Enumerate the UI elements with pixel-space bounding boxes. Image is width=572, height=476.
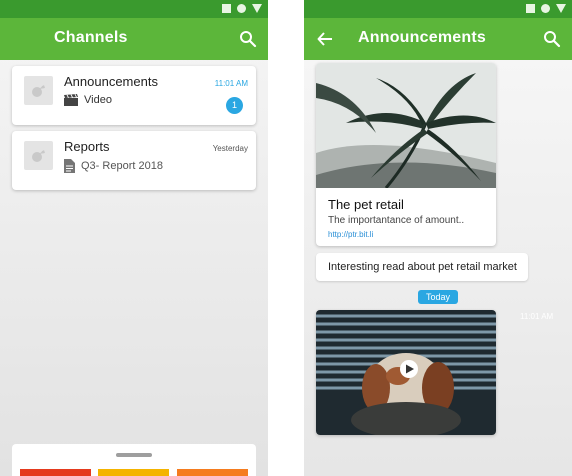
status-circle-icon <box>237 4 246 13</box>
status-triangle-icon <box>252 4 262 13</box>
channel-last-message: Q3- Report 2018 <box>64 159 163 173</box>
channel-avatar <box>24 76 53 105</box>
channel-time: Yesterday <box>212 144 248 153</box>
status-square-icon <box>222 4 231 13</box>
channel-subtitle: Video <box>84 94 112 106</box>
link-url[interactable]: http://ptr.bit.li <box>328 230 373 239</box>
back-arrow-icon[interactable] <box>315 29 335 49</box>
status-bar <box>0 0 268 18</box>
link-description: The importantance of amount.. <box>328 215 465 226</box>
search-icon[interactable] <box>542 29 562 49</box>
channel-subtitle: Q3- Report 2018 <box>81 160 163 172</box>
puppy-video-thumbnail <box>316 310 496 435</box>
sheet-drag-handle[interactable] <box>116 453 152 457</box>
channel-item-reports[interactable]: Reports Q3- Report 2018 Yesterday <box>12 131 256 190</box>
sheet-tile-orange[interactable] <box>177 469 248 476</box>
megaphone-icon <box>32 150 45 162</box>
date-chip: Today <box>418 290 458 304</box>
status-bar <box>304 0 572 18</box>
channels-screen: Channels Announcements Video 11:01 AM 1 <box>0 0 268 476</box>
link-preview-card[interactable]: The pet retail The importantance of amou… <box>316 63 496 246</box>
clapperboard-icon <box>64 94 78 106</box>
channel-item-announcements[interactable]: Announcements Video 11:01 AM 1 <box>12 66 256 125</box>
text-message: Interesting read about pet retail market <box>316 253 528 281</box>
status-triangle-icon <box>556 4 566 13</box>
link-title: The pet retail <box>328 197 404 212</box>
announcements-screen: Announcements The pet retail The importa… <box>304 0 572 476</box>
channel-name: Announcements <box>64 74 158 89</box>
video-time: 11:01 AM <box>520 312 554 321</box>
channel-name: Reports <box>64 139 110 154</box>
status-circle-icon <box>541 4 550 13</box>
page-title: Announcements <box>358 29 486 46</box>
sheet-tile-red[interactable] <box>20 469 91 476</box>
sheet-tile-yellow[interactable] <box>98 469 169 476</box>
document-icon <box>64 159 75 173</box>
app-bar: Channels <box>0 18 268 60</box>
channel-last-message: Video <box>64 94 112 106</box>
bottom-sheet[interactable] <box>12 444 256 476</box>
megaphone-icon <box>32 85 45 97</box>
page-title: Channels <box>54 29 128 46</box>
channel-time: 11:01 AM <box>214 79 248 88</box>
channel-avatar <box>24 141 53 170</box>
unread-badge: 1 <box>226 97 243 114</box>
app-bar: Announcements <box>304 18 572 60</box>
search-icon[interactable] <box>238 29 258 49</box>
palm-leaf-image <box>316 63 496 188</box>
video-message[interactable] <box>316 310 496 435</box>
status-square-icon <box>526 4 535 13</box>
